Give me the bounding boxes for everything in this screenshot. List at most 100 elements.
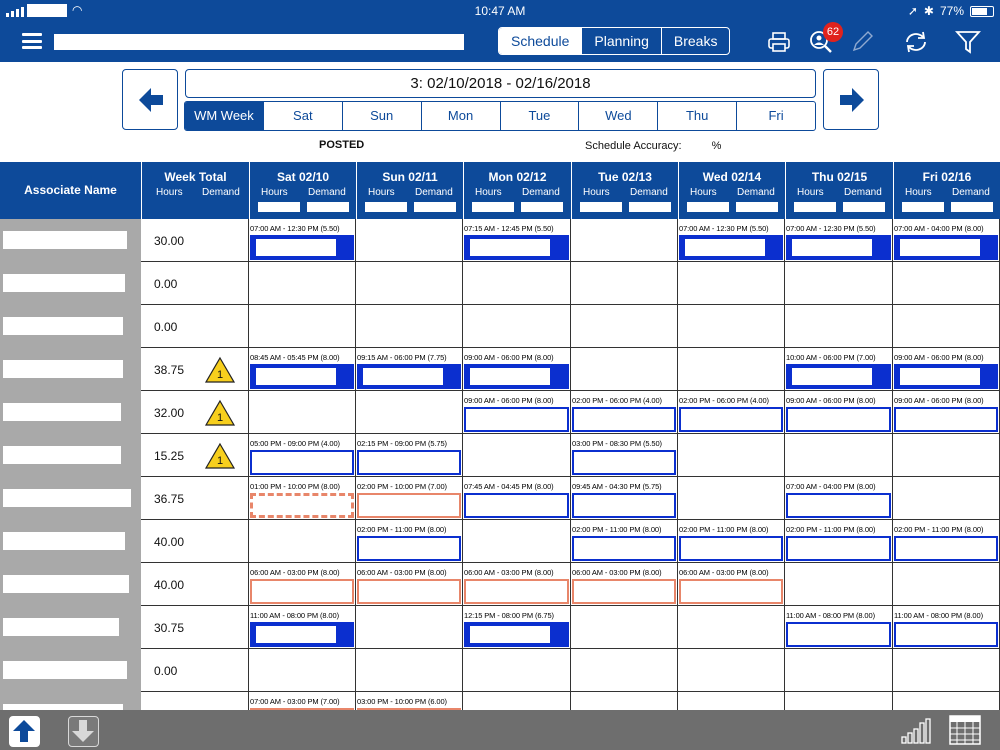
day-cell[interactable]: 02:00 PM - 10:00 PM (7.00)	[356, 477, 463, 520]
shift-block[interactable]: 07:00 AM - 12:30 PM (5.50)	[678, 219, 784, 262]
day-cell[interactable]: 09:00 AM - 06:00 PM (8.00)	[893, 348, 1000, 391]
shift-block[interactable]: 09:15 AM - 06:00 PM (7.75)	[356, 348, 462, 391]
shift-block[interactable]: 07:45 AM - 04:45 PM (8.00)	[463, 477, 570, 520]
day-cell[interactable]	[249, 305, 356, 348]
tab-mon[interactable]: Mon	[420, 102, 500, 130]
shift-block[interactable]: 06:00 AM - 03:00 PM (8.00)	[463, 563, 570, 606]
filter-icon[interactable]	[955, 30, 981, 54]
shift-block[interactable]: 02:00 PM - 11:00 PM (8.00)	[678, 520, 784, 563]
shift-block[interactable]: 10:00 AM - 06:00 PM (7.00)	[785, 348, 892, 391]
day-cell[interactable]	[571, 262, 678, 305]
table-grid-icon[interactable]	[949, 715, 981, 745]
day-cell[interactable]: 03:00 PM - 10:00 PM (6.00)	[356, 692, 463, 710]
pencil-icon[interactable]	[850, 30, 876, 54]
day-cell[interactable]	[678, 606, 785, 649]
warning-icon[interactable]: 1	[204, 356, 236, 384]
day-cell[interactable]	[463, 692, 571, 710]
day-cell[interactable]	[356, 391, 463, 434]
day-cell[interactable]	[571, 649, 678, 692]
day-cell[interactable]	[249, 520, 356, 563]
day-cell[interactable]: 06:00 AM - 03:00 PM (8.00)	[678, 563, 785, 606]
day-cell[interactable]: 10:00 AM - 06:00 PM (7.00)	[785, 348, 893, 391]
day-cell[interactable]: 09:00 AM - 06:00 PM (8.00)	[893, 391, 1000, 434]
shift-block[interactable]: 07:15 AM - 12:45 PM (5.50)	[463, 219, 570, 262]
day-cell[interactable]	[571, 692, 678, 710]
day-cell[interactable]	[678, 477, 785, 520]
shift-block[interactable]: 06:00 AM - 03:00 PM (8.00)	[678, 563, 784, 606]
day-cell[interactable]: 03:00 PM - 08:30 PM (5.50)	[571, 434, 678, 477]
day-cell[interactable]: 07:00 AM - 12:30 PM (5.50)	[249, 219, 356, 262]
shift-block[interactable]: 01:00 PM - 10:00 PM (8.00)	[249, 477, 355, 520]
day-cell[interactable]	[463, 262, 571, 305]
associate-name-cell[interactable]	[0, 348, 141, 391]
day-cell[interactable]	[249, 649, 356, 692]
day-cell[interactable]: 02:00 PM - 06:00 PM (4.00)	[571, 391, 678, 434]
associate-name-cell[interactable]	[0, 434, 141, 477]
day-cell[interactable]: 07:15 AM - 12:45 PM (5.50)	[463, 219, 571, 262]
day-cell[interactable]: 11:00 AM - 08:00 PM (8.00)	[249, 606, 356, 649]
shift-block[interactable]: 02:00 PM - 10:00 PM (7.00)	[356, 477, 462, 520]
associate-name-cell[interactable]	[0, 692, 141, 710]
day-cell[interactable]	[356, 262, 463, 305]
bar-chart-icon[interactable]	[900, 717, 934, 745]
day-cell[interactable]	[678, 348, 785, 391]
shift-block[interactable]: 11:00 AM - 08:00 PM (8.00)	[785, 606, 892, 649]
shift-block[interactable]: 11:00 AM - 08:00 PM (8.00)	[249, 606, 355, 649]
tab-thu[interactable]: Thu	[657, 102, 736, 130]
day-cell[interactable]: 02:00 PM - 11:00 PM (8.00)	[893, 520, 1000, 563]
shift-block[interactable]: 02:00 PM - 11:00 PM (8.00)	[571, 520, 677, 563]
tab-tue[interactable]: Tue	[499, 102, 579, 130]
warning-icon[interactable]: 1	[204, 442, 236, 470]
day-cell[interactable]	[356, 305, 463, 348]
day-cell[interactable]: 06:00 AM - 03:00 PM (8.00)	[249, 563, 356, 606]
shift-block[interactable]: 09:00 AM - 06:00 PM (8.00)	[785, 391, 892, 434]
shift-block[interactable]: 05:00 PM - 09:00 PM (4.00)	[249, 434, 355, 477]
day-cell[interactable]	[893, 649, 1000, 692]
day-cell[interactable]: 09:45 AM - 04:30 PM (5.75)	[571, 477, 678, 520]
day-cell[interactable]	[678, 262, 785, 305]
shift-block[interactable]: 03:00 PM - 10:00 PM (6.00)	[356, 692, 462, 710]
tab-fri[interactable]: Fri	[736, 102, 815, 130]
day-cell[interactable]	[463, 305, 571, 348]
day-cell[interactable]: 06:00 AM - 03:00 PM (8.00)	[463, 563, 571, 606]
day-cell[interactable]	[678, 692, 785, 710]
associate-name-cell[interactable]	[0, 391, 141, 434]
shift-block[interactable]: 06:00 AM - 03:00 PM (8.00)	[571, 563, 677, 606]
day-cell[interactable]: 07:00 AM - 12:30 PM (5.50)	[678, 219, 785, 262]
previous-week-button[interactable]	[122, 69, 178, 130]
print-icon[interactable]	[766, 30, 792, 54]
shift-block[interactable]: 02:00 PM - 11:00 PM (8.00)	[785, 520, 892, 563]
day-cell[interactable]	[893, 262, 1000, 305]
menu-icon[interactable]	[22, 33, 42, 49]
day-cell[interactable]: 02:00 PM - 11:00 PM (8.00)	[785, 520, 893, 563]
shift-block[interactable]: 02:15 PM - 09:00 PM (5.75)	[356, 434, 462, 477]
day-cell[interactable]: 09:15 AM - 06:00 PM (7.75)	[356, 348, 463, 391]
day-cell[interactable]	[785, 692, 893, 710]
day-cell[interactable]	[785, 305, 893, 348]
day-cell[interactable]: 07:00 AM - 04:00 PM (8.00)	[785, 477, 893, 520]
store-search-input[interactable]	[54, 34, 464, 50]
shift-block[interactable]: 02:00 PM - 11:00 PM (8.00)	[893, 520, 999, 563]
shift-block[interactable]: 08:45 AM - 05:45 PM (8.00)	[249, 348, 355, 391]
shift-block[interactable]: 09:45 AM - 04:30 PM (5.75)	[571, 477, 677, 520]
day-cell[interactable]: 06:00 AM - 03:00 PM (8.00)	[571, 563, 678, 606]
shift-block[interactable]: 12:15 PM - 08:00 PM (6.75)	[463, 606, 570, 649]
day-cell[interactable]: 02:00 PM - 11:00 PM (8.00)	[678, 520, 785, 563]
associate-name-cell[interactable]	[0, 477, 141, 520]
day-cell[interactable]	[678, 649, 785, 692]
day-cell[interactable]: 02:00 PM - 06:00 PM (4.00)	[678, 391, 785, 434]
day-cell[interactable]: 09:00 AM - 06:00 PM (8.00)	[463, 348, 571, 391]
associate-name-cell[interactable]	[0, 305, 141, 348]
tab-breaks[interactable]: Breaks	[660, 28, 730, 54]
day-cell[interactable]	[785, 563, 893, 606]
associate-name-cell[interactable]	[0, 606, 141, 649]
day-cell[interactable]: 07:45 AM - 04:45 PM (8.00)	[463, 477, 571, 520]
day-cell[interactable]	[785, 434, 893, 477]
day-cell[interactable]	[785, 262, 893, 305]
day-cell[interactable]	[463, 434, 571, 477]
day-cell[interactable]	[356, 606, 463, 649]
shift-block[interactable]: 09:00 AM - 06:00 PM (8.00)	[463, 348, 570, 391]
day-cell[interactable]: 08:45 AM - 05:45 PM (8.00)	[249, 348, 356, 391]
shift-block[interactable]: 09:00 AM - 06:00 PM (8.00)	[893, 391, 999, 434]
day-cell[interactable]	[571, 606, 678, 649]
